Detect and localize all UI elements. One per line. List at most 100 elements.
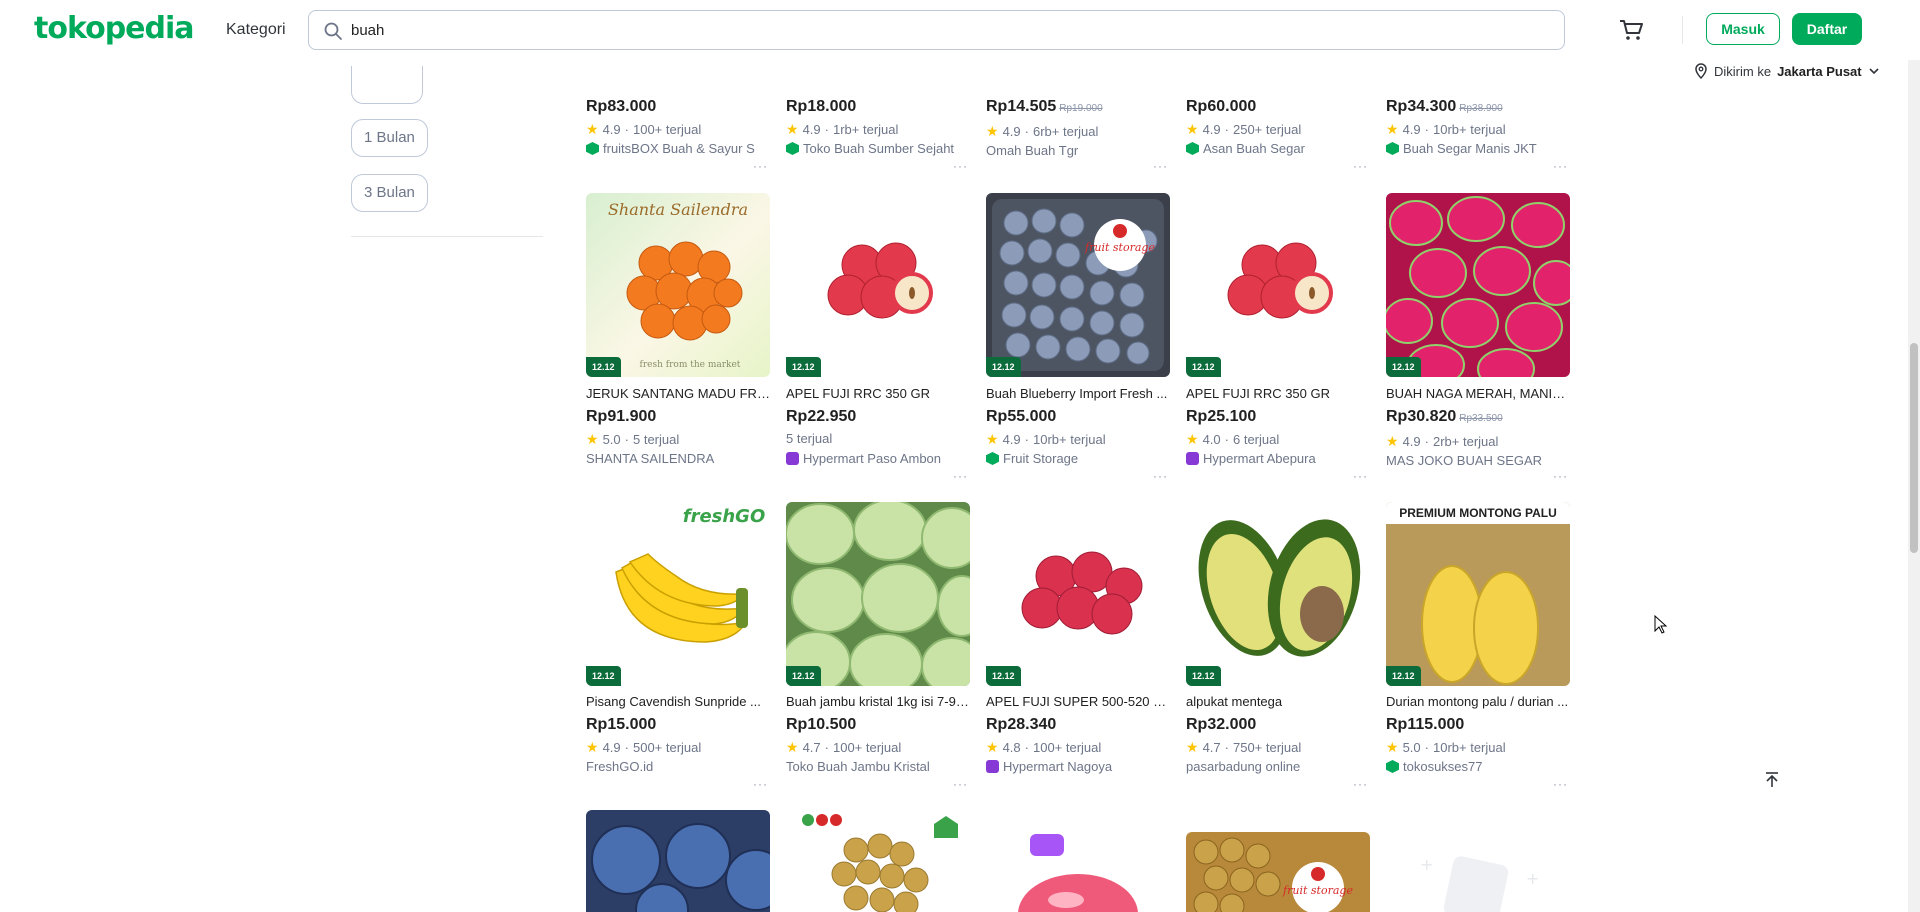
filter-chip-partial[interactable] xyxy=(351,66,423,104)
more-options-icon[interactable]: ··· xyxy=(1353,777,1368,791)
product-image-longan[interactable] xyxy=(786,810,970,912)
sold-count: 100+ terjual xyxy=(1032,740,1102,755)
more-options-icon[interactable]: ··· xyxy=(1553,159,1568,173)
more-options-icon[interactable]: ··· xyxy=(1353,159,1368,173)
product-rating: ★ 4.9 · 100+ terjual xyxy=(586,121,701,138)
star-icon: ★ xyxy=(586,739,599,755)
register-button[interactable]: Daftar xyxy=(1792,13,1862,45)
scrollbar-thumb[interactable] xyxy=(1910,343,1918,553)
mouse-cursor-icon xyxy=(1654,615,1668,634)
sold-count: 6rb+ terjual xyxy=(1032,124,1099,139)
shop-info: pasarbadung online xyxy=(1186,759,1370,774)
filter-chip-3-bulan[interactable]: 3 Bulan xyxy=(351,174,428,212)
product-name[interactable]: Buah jambu kristal 1kg isi 7-9 ... xyxy=(786,694,970,709)
more-options-icon[interactable]: ··· xyxy=(953,469,968,483)
more-options-icon[interactable]: ··· xyxy=(1553,469,1568,483)
product-sold: 5 terjual xyxy=(786,431,832,446)
sold-count: 100+ terjual xyxy=(832,740,902,755)
more-options-icon[interactable]: ··· xyxy=(953,159,968,173)
search-bar[interactable] xyxy=(308,10,1565,50)
sold-count: 6 terjual xyxy=(1232,432,1280,447)
product-price: Rp60.000 xyxy=(1186,98,1257,115)
more-options-icon[interactable]: ··· xyxy=(1353,469,1368,483)
official-store-badge-icon xyxy=(986,760,999,773)
sold-count: 10rb+ terjual xyxy=(1432,122,1506,137)
rating-value: 4.9 xyxy=(1002,124,1021,139)
shop-info: FreshGO.id xyxy=(586,759,770,774)
current-price: Rp34.300 xyxy=(1386,98,1457,115)
product-price: Rp30.820 Rp33.500 xyxy=(1386,408,1503,426)
shop-name: Omah Buah Tgr xyxy=(986,143,1079,158)
old-price: Rp38.900 xyxy=(1459,103,1503,114)
search-input[interactable] xyxy=(351,19,1531,41)
rating-value: 4.9 xyxy=(1402,434,1421,449)
product-name[interactable]: Durian montong palu / durian ... xyxy=(1386,694,1570,709)
product-price: Rp15.000 xyxy=(586,716,657,733)
product-image-longan-storage[interactable]: fruit storage xyxy=(1186,832,1370,912)
product-image-dragonfruit[interactable]: 12.12 xyxy=(1386,193,1570,377)
rating-sep: · xyxy=(824,122,829,137)
kategori-menu[interactable]: Kategori xyxy=(226,21,286,39)
product-name[interactable]: APEL FUJI SUPER 500-520 GR xyxy=(986,694,1170,709)
product-image-durian[interactable]: PREMIUM MONTONG PALU 12.12 xyxy=(1386,502,1570,686)
product-image-apples[interactable]: 12.12 xyxy=(1186,193,1370,377)
delivery-location[interactable]: Dikirim ke Jakarta Pusat xyxy=(1694,63,1880,79)
product-rating: ★ 4.0 · 6 terjual xyxy=(1186,431,1279,448)
back-to-top-icon[interactable] xyxy=(1762,770,1782,790)
product-price: Rp22.950 xyxy=(786,408,857,425)
product-name[interactable]: JERUK SANTANG MADU FRES... xyxy=(586,386,770,401)
filter-chip-1-bulan[interactable]: 1 Bulan xyxy=(351,119,428,157)
rating-value: 5.0 xyxy=(602,432,621,447)
sold-count: 750+ terjual xyxy=(1232,740,1302,755)
product-name[interactable]: Pisang Cavendish Sunpride ... xyxy=(586,694,770,709)
current-price: Rp14.505 xyxy=(986,98,1057,115)
promo-badge-1212: 12.12 xyxy=(786,666,821,686)
more-options-icon[interactable]: ··· xyxy=(1153,469,1168,483)
product-image-oranges[interactable]: Shanta Sailendra fresh from the market 1… xyxy=(586,193,770,377)
rating-value: 5.0 xyxy=(1402,740,1421,755)
shop-info: SHANTA SAILENDRA xyxy=(586,451,770,466)
rating-value: 4.9 xyxy=(602,122,621,137)
product-image-pink-apple[interactable] xyxy=(986,810,1170,912)
product-image-avocado[interactable]: 12.12 xyxy=(1186,502,1370,686)
rating-value: 4.9 xyxy=(602,740,621,755)
promo-badge-1212: 12.12 xyxy=(1186,666,1221,686)
login-button[interactable]: Masuk xyxy=(1706,13,1780,45)
product-name[interactable]: APEL FUJI RRC 350 GR xyxy=(1186,386,1370,401)
shop-name: Hypermart Abepura xyxy=(1203,451,1316,466)
product-name[interactable]: BUAH NAGA MERAH, MANIS, ... xyxy=(1386,386,1570,401)
more-options-icon[interactable]: ··· xyxy=(753,777,768,791)
shanta-subtitle-text: fresh from the market xyxy=(640,360,741,370)
shop-name: Buah Segar Manis JKT xyxy=(1403,141,1537,156)
product-image-blueberries[interactable] xyxy=(586,810,770,912)
more-options-icon[interactable]: ··· xyxy=(953,777,968,791)
more-options-icon[interactable]: ··· xyxy=(1153,159,1168,173)
product-image-blueberry[interactable]: fruit storage 12.12 xyxy=(986,193,1170,377)
tokopedia-logo[interactable]: tokopedia xyxy=(34,11,195,46)
rating-sep: · xyxy=(1024,740,1029,755)
product-name[interactable]: Buah Blueberry Import Fresh ... xyxy=(986,386,1170,401)
shop-name: Toko Buah Jambu Kristal xyxy=(786,759,930,774)
promo-badge-1212: 12.12 xyxy=(1386,357,1421,377)
rating-value: 4.7 xyxy=(802,740,821,755)
product-image-red-apples[interactable]: 12.12 xyxy=(986,502,1170,686)
product-image-banana[interactable]: freshGO 12.12 xyxy=(586,502,770,686)
more-options-icon[interactable]: ··· xyxy=(753,159,768,173)
product-name[interactable]: APEL FUJI RRC 350 GR xyxy=(786,386,970,401)
shop-info: Hypermart Paso Ambon xyxy=(786,451,970,466)
rating-sep: · xyxy=(824,740,829,755)
more-options-icon[interactable]: ··· xyxy=(1553,777,1568,791)
product-price: Rp10.500 xyxy=(786,716,857,733)
star-icon: ★ xyxy=(1186,121,1199,137)
official-store-badge-icon xyxy=(786,452,799,465)
product-image-apples[interactable]: 12.12 xyxy=(786,193,970,377)
product-image-guava[interactable]: 12.12 xyxy=(786,502,970,686)
cart-icon[interactable] xyxy=(1618,18,1644,42)
product-name[interactable]: alpukat mentega xyxy=(1186,694,1370,709)
shop-info: Toko Buah Jambu Kristal xyxy=(786,759,970,774)
shop-name: Asan Buah Segar xyxy=(1203,141,1305,156)
power-merchant-badge-icon xyxy=(786,142,799,155)
product-price: Rp28.340 xyxy=(986,716,1057,733)
rating-value: 4.7 xyxy=(1202,740,1221,755)
product-rating: ★ 4.9 · 1rb+ terjual xyxy=(786,121,898,138)
